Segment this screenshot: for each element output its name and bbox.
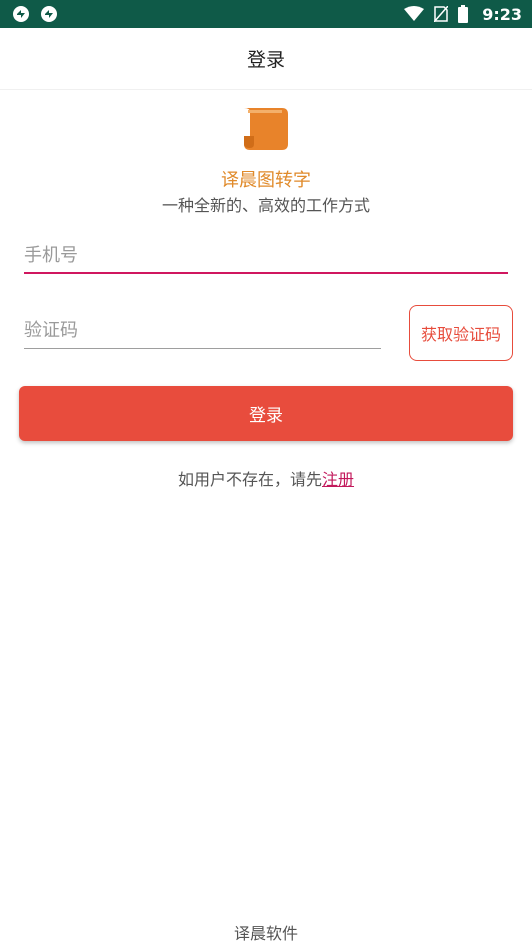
title-bar: 登录	[0, 28, 532, 90]
register-link[interactable]: 注册	[322, 470, 354, 489]
no-sim-icon	[434, 6, 449, 22]
page-title: 登录	[246, 49, 285, 71]
status-bar-right: 9:23	[404, 5, 522, 24]
scroll-icon	[244, 108, 288, 150]
app-slogan: 一种全新的、高效的工作方式	[161, 196, 370, 215]
footer-company: 译晨软件	[233, 924, 298, 943]
verification-code-input[interactable]	[24, 313, 381, 349]
login-button[interactable]: 登录	[19, 386, 513, 441]
app-notification-icon	[13, 6, 29, 22]
get-code-button[interactable]: 获取验证码	[409, 305, 513, 361]
status-bar-left	[12, 5, 58, 23]
wifi-icon	[404, 6, 425, 21]
status-bar: 9:23	[0, 0, 532, 28]
phone-input[interactable]	[24, 238, 508, 274]
app-name: 译晨图转字	[221, 170, 311, 191]
status-time: 9:23	[482, 4, 522, 24]
register-hint-text: 如用户不存在，请先	[177, 470, 322, 489]
register-hint: 如用户不存在，请先注册	[0, 466, 532, 490]
battery-icon	[458, 5, 469, 23]
app-notification-icon	[41, 6, 57, 22]
